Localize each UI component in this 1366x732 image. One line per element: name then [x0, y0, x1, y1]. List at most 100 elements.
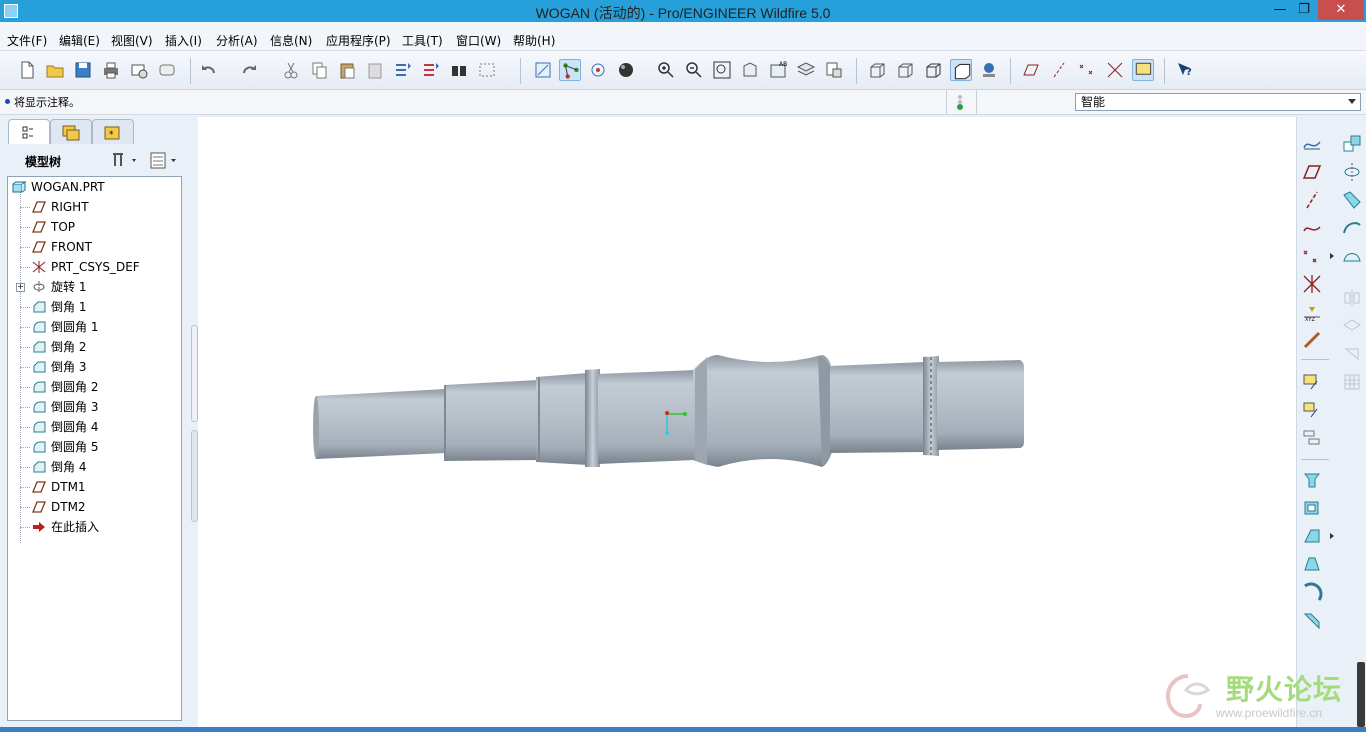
open-folder-icon[interactable] — [44, 59, 66, 81]
external-reference-icon[interactable] — [1301, 329, 1323, 351]
tree-node-round[interactable]: 倒圆角 4 — [8, 417, 178, 437]
analysis-feature-icon[interactable]: XYZ — [1301, 301, 1323, 323]
swept-blend-icon[interactable] — [1341, 217, 1363, 239]
find-binoculars-icon[interactable] — [448, 59, 470, 81]
tree-node-chamfer[interactable]: 倒角 4 — [8, 457, 178, 477]
tree-settings-icon[interactable] — [110, 150, 140, 170]
cut-icon[interactable] — [280, 59, 302, 81]
redo-icon[interactable] — [238, 59, 260, 81]
tree-node-chamfer[interactable]: 倒角 2 — [8, 337, 178, 357]
csys-tool-icon[interactable] — [1301, 273, 1323, 295]
tree-node-insert-here[interactable]: 在此插入 — [8, 517, 178, 537]
layers-icon[interactable] — [795, 59, 817, 81]
tree-node-datum-plane[interactable]: TOP — [8, 217, 178, 237]
menu-info[interactable]: 信息(N) — [270, 32, 312, 49]
datum-plane-display-icon[interactable] — [1020, 59, 1042, 81]
sweep-tool-icon[interactable] — [1301, 525, 1323, 547]
tree-node-chamfer[interactable]: 倒角 3 — [8, 357, 178, 377]
orient-mode-icon[interactable] — [587, 59, 609, 81]
round-tool-icon[interactable] — [1301, 581, 1323, 603]
menu-analysis[interactable]: 分析(A) — [216, 32, 258, 49]
sketch-curve-icon[interactable] — [1301, 133, 1323, 155]
wireframe-icon[interactable] — [866, 59, 888, 81]
datum-point-display-icon[interactable] — [1076, 59, 1098, 81]
hidden-line-icon[interactable] — [894, 59, 916, 81]
menu-applications[interactable]: 应用程序(P) — [326, 32, 391, 49]
annotation-display-icon[interactable] — [1132, 59, 1154, 81]
copy-icon[interactable] — [308, 59, 330, 81]
tree-node-datum-plane[interactable]: RIGHT — [8, 197, 178, 217]
datum-point-tool-icon[interactable] — [1301, 245, 1323, 267]
menu-edit[interactable]: 编辑(E) — [59, 32, 100, 49]
tree-node-round[interactable]: 倒圆角 3 — [8, 397, 178, 417]
new-file-icon[interactable] — [16, 59, 38, 81]
tree-node-round[interactable]: 倒圆角 5 — [8, 437, 178, 457]
tree-node-part[interactable]: WOGAN.PRT — [8, 177, 178, 197]
reorient-icon[interactable] — [739, 59, 761, 81]
mirror-disabled-icon[interactable] — [1341, 287, 1363, 309]
blend-tool-icon[interactable] — [1301, 553, 1323, 575]
shading-icon[interactable] — [950, 59, 972, 81]
menu-help[interactable]: 帮助(H) — [513, 32, 555, 49]
note-tool-icon[interactable] — [1301, 371, 1323, 393]
panel-splitter[interactable] — [190, 115, 198, 732]
regenerate-icon[interactable] — [392, 59, 414, 81]
extrude-tool-icon[interactable] — [1301, 469, 1323, 491]
tree-node-csys[interactable]: PRT_CSYS_DEF — [8, 257, 178, 277]
repaint-icon[interactable] — [532, 59, 554, 81]
revolve-feature-icon[interactable] — [1341, 161, 1363, 183]
zoom-out-icon[interactable] — [683, 59, 705, 81]
zoom-in-icon[interactable] — [655, 59, 677, 81]
menu-insert[interactable]: 插入(I) — [165, 32, 202, 49]
csys-display-icon[interactable] — [1104, 59, 1126, 81]
variable-section-sweep-icon[interactable] — [1341, 189, 1363, 211]
shaft-model[interactable] — [198, 117, 1296, 727]
no-hidden-icon[interactable] — [922, 59, 944, 81]
boundary-blend-icon[interactable] — [1341, 245, 1363, 267]
tree-node-datum-plane[interactable]: FRONT — [8, 237, 178, 257]
save-icon[interactable] — [72, 59, 94, 81]
graphics-window[interactable] — [198, 117, 1296, 727]
tab-folder-browser[interactable] — [50, 119, 92, 144]
tab-favorites[interactable]: * — [92, 119, 134, 144]
pattern-disabled-icon[interactable] — [1341, 371, 1363, 393]
tab-model-tree[interactable] — [8, 119, 50, 144]
selection-filter-select[interactable]: 智能 — [1075, 93, 1361, 111]
tree-node-round[interactable]: 倒圆角 1 — [8, 317, 178, 337]
maximize-button[interactable]: ❐ — [1290, 0, 1318, 20]
send-mail-icon[interactable] — [128, 59, 150, 81]
refit-icon[interactable] — [711, 59, 733, 81]
tree-node-datum-plane[interactable]: DTM2 — [8, 497, 178, 517]
annotation-tool-icon[interactable] — [1301, 399, 1323, 421]
chamfer-tool-icon[interactable] — [1301, 609, 1323, 631]
saved-views-icon[interactable]: AB — [767, 59, 789, 81]
copy-geometry-icon[interactable] — [1341, 133, 1363, 155]
menu-file[interactable]: 文件(F) — [7, 32, 47, 49]
menu-window[interactable]: 窗口(W) — [456, 32, 501, 49]
paste-special-icon[interactable] — [364, 59, 386, 81]
tree-columns-icon[interactable] — [148, 150, 182, 170]
trim-disabled-icon[interactable] — [1341, 343, 1363, 365]
menu-tools[interactable]: 工具(T) — [402, 32, 443, 49]
enhanced-realism-icon[interactable] — [978, 59, 1000, 81]
tree-node-revolve[interactable]: + 旋转 1 — [8, 277, 178, 297]
model-tree[interactable]: WOGAN.PRT RIGHT TOP FRONT PRT_CSYS_DEF +… — [7, 176, 182, 721]
traffic-light-icon[interactable] — [955, 94, 965, 110]
revolve-tool-icon[interactable] — [1301, 497, 1323, 519]
tree-node-datum-plane[interactable]: DTM1 — [8, 477, 178, 497]
datum-curve-tool-icon[interactable] — [1301, 217, 1323, 239]
send-link-icon[interactable] — [156, 59, 178, 81]
undo-icon[interactable] — [198, 59, 220, 81]
view-manager-icon[interactable] — [823, 59, 845, 81]
datum-axis-display-icon[interactable] — [1048, 59, 1070, 81]
menu-view[interactable]: 视图(V) — [111, 32, 153, 49]
spin-center-icon[interactable] — [559, 59, 581, 81]
expand-icon[interactable]: + — [16, 283, 25, 292]
tree-node-chamfer[interactable]: 倒角 1 — [8, 297, 178, 317]
print-icon[interactable] — [100, 59, 122, 81]
appearance-sphere-icon[interactable] — [615, 59, 637, 81]
datum-plane-tool-icon[interactable] — [1301, 161, 1323, 183]
regen-manager-icon[interactable] — [420, 59, 442, 81]
context-help-icon[interactable]: ? — [1174, 59, 1196, 81]
tree-node-round[interactable]: 倒圆角 2 — [8, 377, 178, 397]
